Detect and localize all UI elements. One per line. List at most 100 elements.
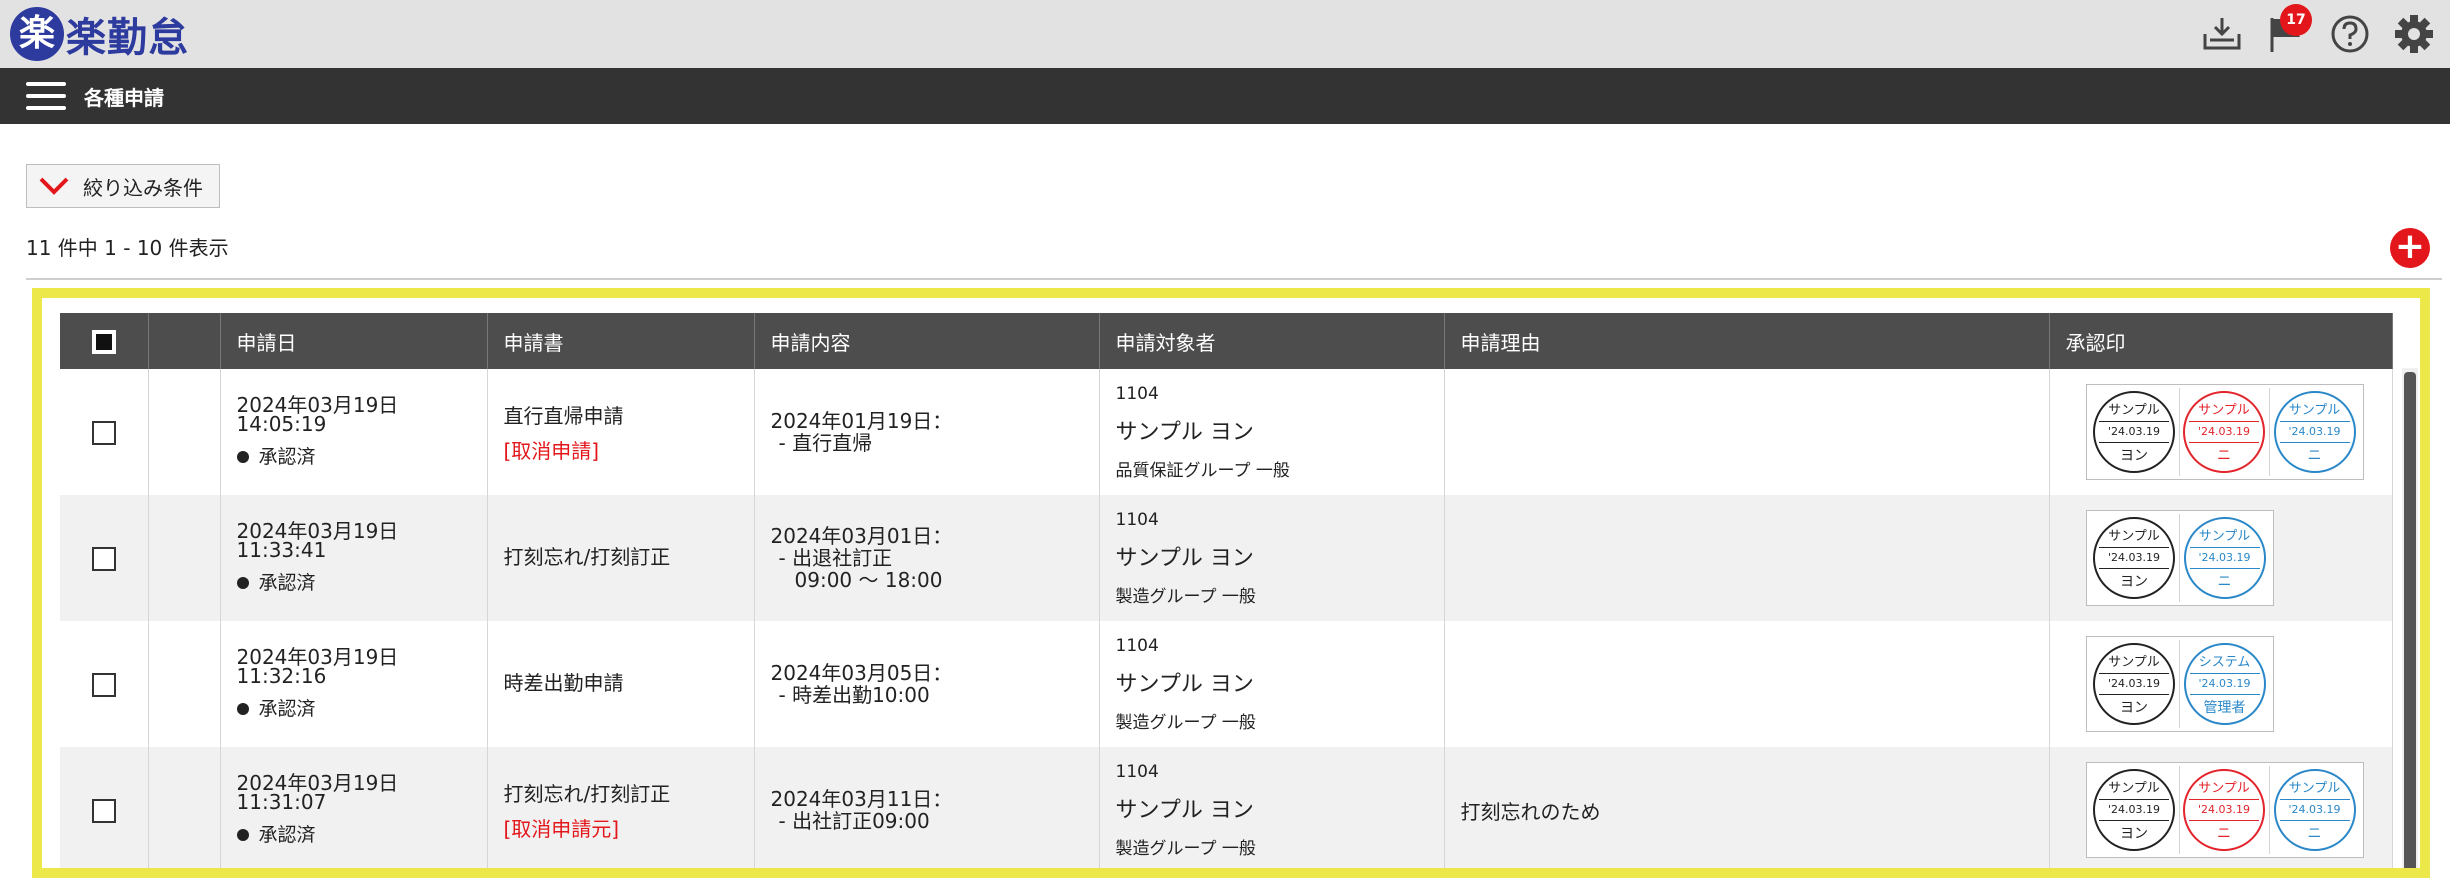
row-blank: [148, 621, 221, 747]
stamp-date: '24.03.19: [2279, 799, 2350, 821]
approval-stamp[interactable]: システム '24.03.19 管理者: [2183, 643, 2266, 725]
form-name-link[interactable]: 時差出勤申請: [504, 667, 754, 696]
stamp-top-text: サンプル: [2198, 781, 2250, 796]
filter-label: 絞り込み条件: [83, 175, 203, 200]
status-label: 承認済: [236, 568, 487, 595]
stamp-top-text: サンプル: [2288, 781, 2341, 796]
plus-icon: +: [2394, 226, 2426, 267]
employee-id: 1104: [1115, 509, 1159, 530]
date-cell: 2024年03月19日 11:32:16 承認済: [220, 621, 488, 747]
table-row[interactable]: 2024年03月19日 11:33:41 承認済 打刻忘れ/打刻訂正 2024年…: [60, 495, 2393, 621]
cancel-tag: [取消申請]: [503, 439, 600, 463]
header-stamps[interactable]: 承認印: [2049, 313, 2393, 369]
content-cell: 2024年03月01日： - 出退社訂正 09:00 ～ 18:00: [754, 495, 1100, 621]
stamp-top-text: サンプル: [2198, 403, 2250, 418]
employee-group: 製造グループ 一般: [1115, 838, 1256, 859]
stamp-date: '24.03.19: [2099, 421, 2169, 443]
stamp-cell: サンプル '24.03.19 ニ: [2270, 766, 2360, 854]
approval-stamp[interactable]: サンプル '24.03.19 ニ: [2273, 769, 2356, 851]
approval-stamp[interactable]: サンプル '24.03.19 ニ: [2183, 391, 2265, 473]
table-row[interactable]: 2024年03月19日 11:31:07 承認済 打刻忘れ/打刻訂正 [取消申請…: [60, 747, 2393, 873]
content-line: - 出社訂正09:00: [778, 809, 930, 833]
nav-bar: 各種申請: [0, 68, 2450, 124]
form-name-link[interactable]: 打刻忘れ/打刻訂正: [504, 541, 754, 570]
stamp-bottom-text: ヨン: [2120, 448, 2148, 464]
row-blank: [148, 747, 221, 873]
approval-stamp[interactable]: サンプル '24.03.19 ニ: [2183, 517, 2266, 599]
form-cell: 時差出勤申請: [487, 621, 755, 747]
row-checkbox[interactable]: [91, 420, 116, 445]
approval-stamp[interactable]: サンプル '24.03.19 ヨン: [2093, 391, 2175, 473]
select-all-cell: [60, 313, 149, 369]
table-row[interactable]: 2024年03月19日 11:32:16 承認済 時差出勤申請 2024年03月…: [60, 621, 2393, 747]
stamp-top-text: システム: [2198, 655, 2251, 670]
stamp-date: '24.03.19: [2189, 547, 2260, 569]
stamp-top-text: サンプル: [2288, 403, 2341, 418]
gear-icon[interactable]: [2392, 12, 2436, 56]
header-content[interactable]: 申請内容: [754, 313, 1100, 369]
row-checkbox-cell: [60, 621, 149, 747]
form-cell: 打刻忘れ/打刻訂正 [取消申請元]: [487, 747, 755, 873]
approval-stamp[interactable]: サンプル '24.03.19 ヨン: [2093, 643, 2175, 725]
stamp-bottom-text: ヨン: [2120, 700, 2148, 716]
header-date[interactable]: 申請日: [220, 313, 488, 369]
inbox-download-icon[interactable]: [2200, 12, 2244, 56]
filter-toggle-button[interactable]: 絞り込み条件: [26, 164, 220, 208]
stamp-cell: サンプル '24.03.19 ニ: [2180, 514, 2270, 602]
row-checkbox-cell: [60, 747, 149, 873]
stamps-cell: サンプル '24.03.19 ヨン サンプル '24.03.19 ニ サンプル '24.03.…: [2049, 747, 2393, 873]
employee-group: 製造グループ 一般: [1115, 586, 1256, 607]
stamp-top-text: サンプル: [2108, 781, 2160, 796]
target-cell: 1104 サンプル ヨン 品質保証グループ 一般: [1099, 369, 1445, 495]
stamp-date: '24.03.19: [2099, 799, 2169, 821]
approval-stamp[interactable]: サンプル '24.03.19 ニ: [2273, 391, 2356, 473]
approval-stamp[interactable]: サンプル '24.03.19 ニ: [2183, 769, 2265, 851]
form-name-link[interactable]: 直行直帰申請: [504, 400, 754, 429]
status-dot-icon: [236, 703, 249, 715]
flag-icon[interactable]: 17: [2264, 4, 2312, 56]
approval-stamps: サンプル '24.03.19 ヨン システム '24.03.19 管理者: [2085, 636, 2274, 732]
reason-cell: [1444, 369, 2050, 495]
reason-cell: [1444, 495, 2050, 621]
stamp-cell: サンプル '24.03.19 ヨン: [2090, 388, 2180, 476]
content-line: - 出退社訂正: [778, 546, 893, 570]
employee-id: 1104: [1115, 761, 1159, 782]
date-cell: 2024年03月19日 11:33:41 承認済: [220, 495, 488, 621]
header-blank: [148, 313, 221, 369]
stamp-date: '24.03.19: [2279, 421, 2350, 443]
content-line: 2024年01月19日：: [770, 409, 953, 433]
scrollbar-thumb[interactable]: [2404, 372, 2416, 872]
select-all-checkbox[interactable]: [91, 329, 116, 354]
result-count: 11 件中 1 - 10 件表示: [26, 236, 229, 260]
row-checkbox[interactable]: [91, 546, 116, 571]
approval-stamp[interactable]: サンプル '24.03.19 ヨン: [2093, 769, 2175, 851]
stamp-bottom-text: ヨン: [2120, 574, 2148, 590]
form-name-link[interactable]: 打刻忘れ/打刻訂正: [504, 778, 754, 807]
approval-stamps: サンプル '24.03.19 ヨン サンプル '24.03.19 ニ: [2085, 510, 2274, 606]
header-target[interactable]: 申請対象者: [1099, 313, 1445, 369]
reason-cell: [1444, 621, 2050, 747]
header-reason[interactable]: 申請理由: [1444, 313, 2050, 369]
app-logo[interactable]: 楽 楽勤怠: [10, 7, 189, 61]
target-cell: 1104 サンプル ヨン 製造グループ 一般: [1099, 621, 1445, 747]
row-checkbox[interactable]: [91, 672, 116, 697]
add-application-button[interactable]: +: [2390, 228, 2430, 268]
table-row[interactable]: 2024年03月19日 14:05:19 承認済 直行直帰申請 [取消申請] 2…: [60, 369, 2393, 495]
status-label: 承認済: [236, 820, 487, 847]
row-blank: [148, 369, 221, 495]
application-time: 14:05:19: [236, 411, 327, 436]
stamp-date: '24.03.19: [2189, 421, 2259, 443]
application-table: 申請日 申請書 申請内容 申請対象者 申請理由 承認印 2024年03月19日 …: [60, 313, 2393, 873]
stamp-top-text: サンプル: [2108, 655, 2160, 670]
stamp-bottom-text: ヨン: [2120, 826, 2148, 842]
hamburger-icon[interactable]: [26, 82, 66, 110]
approval-stamp[interactable]: サンプル '24.03.19 ヨン: [2093, 517, 2175, 599]
status-label: 承認済: [236, 694, 487, 721]
row-checkbox[interactable]: [91, 798, 116, 823]
stamp-cell: サンプル '24.03.19 ニ: [2180, 388, 2270, 476]
help-icon[interactable]: [2328, 12, 2372, 56]
header-form[interactable]: 申請書: [487, 313, 755, 369]
stamps-cell: サンプル '24.03.19 ヨン サンプル '24.03.19 ニ サンプル '24.03.…: [2049, 369, 2393, 495]
reason-cell: 打刻忘れのため: [1444, 747, 2050, 873]
top-bar: 楽 楽勤怠 17: [0, 0, 2450, 68]
